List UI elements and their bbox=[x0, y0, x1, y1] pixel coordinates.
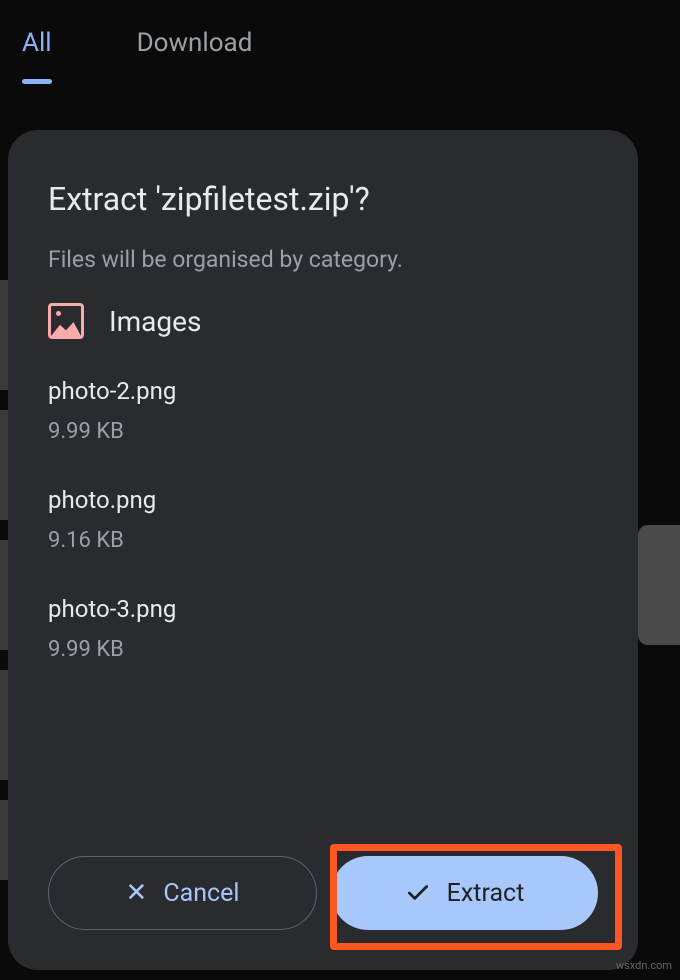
extract-button[interactable]: Extract bbox=[331, 856, 598, 930]
list-item: photo-2.png 9.99 KB bbox=[48, 377, 598, 444]
cancel-label: Cancel bbox=[163, 879, 239, 908]
dialog-subtitle: Files will be organised by category. bbox=[48, 246, 598, 273]
background-thumbnail-right bbox=[638, 525, 680, 645]
list-item: photo-3.png 9.99 KB bbox=[48, 595, 598, 662]
dialog-buttons: ✕ Cancel Extract bbox=[48, 856, 598, 930]
tab-bar: All Download bbox=[0, 0, 680, 76]
images-icon bbox=[48, 303, 84, 339]
check-icon bbox=[405, 880, 431, 906]
tab-all[interactable]: All bbox=[22, 28, 52, 76]
dialog-title: Extract 'zipfiletest.zip'? bbox=[48, 180, 598, 218]
watermark: wsxdn.com bbox=[616, 959, 672, 972]
file-name: photo-2.png bbox=[48, 377, 598, 405]
close-icon: ✕ bbox=[126, 878, 148, 908]
file-size: 9.99 KB bbox=[48, 419, 598, 444]
extract-label: Extract bbox=[447, 879, 525, 908]
cancel-button[interactable]: ✕ Cancel bbox=[48, 856, 317, 930]
file-size: 9.99 KB bbox=[48, 637, 598, 662]
tab-download[interactable]: Download bbox=[137, 28, 253, 76]
file-list: photo-2.png 9.99 KB photo.png 9.16 KB ph… bbox=[48, 377, 598, 856]
background-thumbnails bbox=[0, 280, 8, 880]
extract-dialog: Extract 'zipfiletest.zip'? Files will be… bbox=[8, 130, 638, 970]
category-header: Images bbox=[48, 303, 598, 339]
file-size: 9.16 KB bbox=[48, 528, 598, 553]
category-label: Images bbox=[109, 305, 201, 338]
list-item: photo.png 9.16 KB bbox=[48, 486, 598, 553]
file-name: photo-3.png bbox=[48, 595, 598, 623]
file-name: photo.png bbox=[48, 486, 598, 514]
